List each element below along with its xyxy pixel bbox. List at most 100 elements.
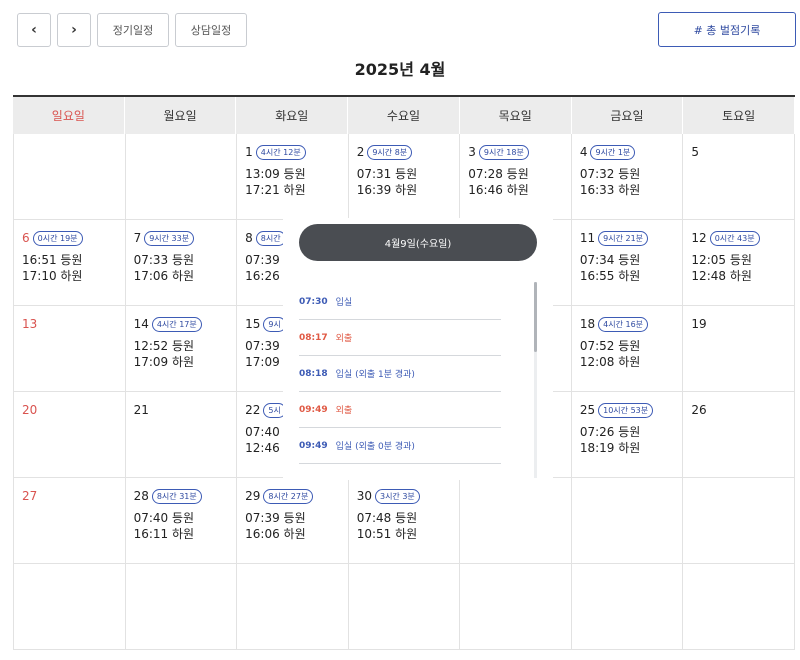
- month-title: 2025년 4월: [354, 60, 446, 79]
- calendar-day-cell[interactable]: 2 9시간 8분 07:31 등원 16:39 하원: [348, 134, 461, 220]
- attendance-times: 16:51 등원 17:10 하원: [22, 252, 117, 284]
- day-header-line: 1 4시간 12분: [245, 144, 340, 160]
- calendar-day-cell[interactable]: 30 3시간 3분 07:48 등원 10:51 하원: [348, 478, 461, 564]
- day-number: 14: [133, 317, 149, 331]
- day-number: 2: [356, 145, 365, 159]
- day-header-line: [134, 574, 229, 590]
- check-in-time: 07:39 등원: [245, 511, 306, 525]
- calendar-day-cell[interactable]: 20: [14, 392, 126, 478]
- calendar-day-cell[interactable]: 12 0시간 43분 12:05 등원 12:48 하원: [683, 220, 795, 306]
- study-hours-badge: 9시간 18분: [478, 144, 529, 160]
- day-number: 25: [579, 403, 596, 417]
- attendance-times: 07:39 등원 16:06 하원: [245, 510, 340, 542]
- study-hours-badge: 4시간 16분: [598, 316, 649, 332]
- day-header-line: 27: [22, 488, 117, 504]
- calendar-day-cell[interactable]: 5: [683, 134, 795, 220]
- check-out-time: 18:19 하원: [579, 441, 641, 455]
- popup-scrollbar[interactable]: [534, 282, 537, 478]
- day-header-line: 4 9시간 1분: [580, 144, 675, 160]
- day-header-line: [691, 574, 786, 590]
- calendar-day-cell[interactable]: [683, 478, 795, 564]
- attendance-log-list: 07:30 입실 08:17 외출 08:18 입실 (외출 1분 경과) 09:49 외출 0…: [299, 284, 501, 464]
- calendar-day-cell[interactable]: [460, 564, 572, 650]
- calendar-day-cell[interactable]: 4 9시간 1분 07:32 등원 16:33 하원: [571, 134, 684, 220]
- calendar-day-cell[interactable]: [348, 564, 461, 650]
- weekday-fri: 금요일: [572, 97, 684, 134]
- calendar-day-cell[interactable]: 11 9시간 21분 07:34 등원 16:55 하원: [571, 220, 684, 306]
- calendar-day-cell[interactable]: [571, 564, 684, 650]
- regular-schedule-button[interactable]: 정기일정: [97, 13, 169, 47]
- calendar-day-cell[interactable]: 21: [125, 392, 238, 478]
- study-hours-badge: 4시간 12분: [255, 144, 306, 160]
- calendar-day-cell[interactable]: [237, 564, 349, 650]
- attendance-times: 07:26 등원 18:19 하원: [580, 424, 675, 456]
- calendar-day-cell[interactable]: 6 0시간 19분 16:51 등원 17:10 하원: [14, 220, 126, 306]
- total-penalty-record-button[interactable]: # 총 벌점기록: [658, 12, 796, 47]
- calendar-day-cell[interactable]: 1 4시간 12분 13:09 등원 17:21 하원: [237, 134, 349, 220]
- calendar-day-cell[interactable]: [683, 564, 795, 650]
- calendar-day-cell[interactable]: 19: [683, 306, 795, 392]
- consult-schedule-button[interactable]: 상담일정: [175, 13, 247, 47]
- attendance-times: 07:31 등원 16:39 하원: [357, 166, 452, 198]
- day-header-line: [22, 574, 117, 590]
- attendance-times: 07:32 등원 16:33 하원: [580, 166, 675, 198]
- log-label: 입실: [335, 298, 353, 308]
- day-header-line: [245, 574, 340, 590]
- day-number: 29: [245, 489, 261, 503]
- calendar-day-cell[interactable]: 27: [14, 478, 126, 564]
- prev-month-button[interactable]: ‹: [17, 13, 51, 47]
- day-number: 28: [133, 489, 149, 503]
- attendance-log-row: 07:30 입실: [299, 284, 501, 320]
- calendar-day-cell[interactable]: 7 9시간 33분 07:33 등원 17:06 하원: [125, 220, 238, 306]
- day-header-line: 2 9시간 8분: [357, 144, 452, 160]
- day-number: 21: [133, 403, 149, 417]
- day-number: 11: [579, 231, 596, 245]
- day-number: 18: [579, 317, 596, 331]
- day-number: 8: [245, 231, 253, 245]
- calendar-day-cell[interactable]: 13: [14, 306, 126, 392]
- day-number: 6: [22, 231, 30, 245]
- study-hours-badge: 8시간 27분: [263, 488, 314, 504]
- study-hours-badge: 0시간 19분: [32, 230, 83, 246]
- weekday-tue: 화요일: [236, 97, 349, 134]
- day-header-line: 30 3시간 3분: [357, 488, 452, 504]
- calendar-day-cell[interactable]: 29 8시간 27분 07:39 등원 16:06 하원: [237, 478, 349, 564]
- day-detail-popup: 4월9일(수요일) 07:30 입실 08:17 외출 08:18 입실 (외출 1분 경…: [283, 218, 553, 480]
- calendar-day-cell[interactable]: 25 10시간 53분 07:26 등원 18:19 하원: [571, 392, 684, 478]
- calendar-day-cell[interactable]: 26: [683, 392, 795, 478]
- calendar-day-cell[interactable]: [125, 564, 238, 650]
- attendance-log-row: 08:17 외출: [299, 320, 501, 356]
- day-header-line: 12 0시간 43분: [691, 230, 786, 246]
- day-number: 22: [245, 403, 261, 417]
- calendar-day-cell[interactable]: 3 9시간 18분 07:28 등원 16:46 하원: [460, 134, 572, 220]
- day-header-line: 28 8시간 31분: [134, 488, 229, 504]
- weekday-wed: 수요일: [348, 97, 460, 134]
- log-time: 07:30: [299, 296, 328, 307]
- popup-scrollbar-thumb[interactable]: [534, 282, 537, 352]
- check-out-time: 12:08 하원: [579, 355, 641, 369]
- log-time: 09:49: [299, 440, 328, 451]
- next-month-button[interactable]: ›: [57, 13, 91, 47]
- day-header-line: 5: [691, 144, 786, 160]
- study-hours-badge: 9시간 1분: [590, 144, 636, 160]
- log-label: 외출: [335, 406, 353, 416]
- day-header-line: 26: [691, 402, 786, 418]
- popup-date-header[interactable]: 4월9일(수요일): [299, 224, 537, 261]
- calendar-day-cell[interactable]: [460, 478, 572, 564]
- check-in-time: 07:31 등원: [356, 167, 418, 181]
- day-number: 20: [22, 403, 38, 417]
- chevron-left-icon: ‹: [31, 22, 37, 38]
- calendar-day-cell[interactable]: 14 4시간 17분 12:52 등원 17:09 하원: [125, 306, 238, 392]
- check-out-time: 17:10 하원: [22, 269, 83, 283]
- calendar-day-cell[interactable]: [14, 134, 126, 220]
- calendar-day-cell[interactable]: [125, 134, 238, 220]
- calendar-day-cell[interactable]: [571, 478, 684, 564]
- calendar-day-cell[interactable]: 18 4시간 16분 07:52 등원 12:08 하원: [571, 306, 684, 392]
- check-in-time: 07:32 등원: [579, 167, 641, 181]
- calendar-day-cell[interactable]: 28 8시간 31분 07:40 등원 16:11 하원: [125, 478, 238, 564]
- calendar-day-cell[interactable]: [14, 564, 126, 650]
- check-in-time: 12:05 등원: [691, 253, 752, 267]
- day-number: 13: [22, 317, 38, 331]
- study-hours-badge: 9시간 21분: [598, 230, 649, 246]
- weekday-thu: 목요일: [460, 97, 572, 134]
